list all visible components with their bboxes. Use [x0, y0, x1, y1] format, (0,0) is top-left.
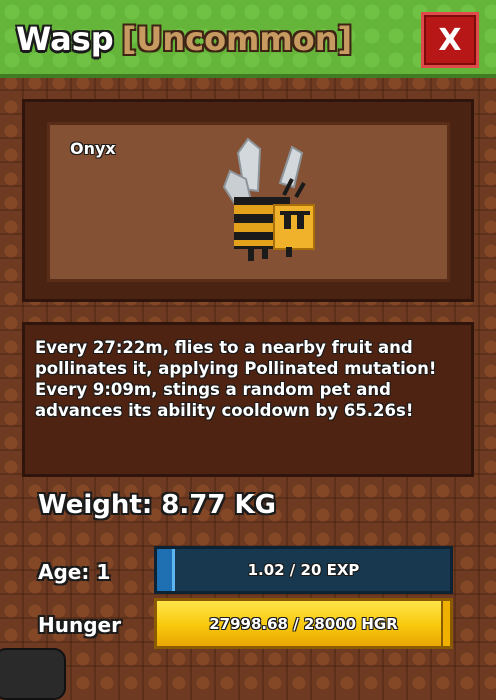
exp-progress-fill [157, 549, 175, 591]
wasp-pet-model [222, 137, 315, 261]
close-icon: X [438, 22, 462, 58]
exp-value: 1.02 / 20 EXP [247, 561, 360, 579]
title-group: Wasp [Uncommon] [16, 20, 352, 58]
close-button[interactable]: X [421, 12, 479, 68]
hunger-value: 27998.68 / 28000 HGR [209, 614, 398, 633]
hunger-bar-end-cap [441, 601, 450, 646]
age-label: Age: 1 [38, 560, 111, 584]
weight-label: Weight: 8.77 KG [38, 490, 276, 520]
variant-label: Onyx [70, 139, 116, 158]
ability-description-panel: Every 27:22m, flies to a nearby fruit an… [22, 322, 474, 477]
hunger-label: Hunger [38, 613, 121, 637]
pet-preview-viewport: Onyx [47, 122, 450, 282]
pet-name: Wasp [16, 20, 114, 58]
pet-preview-panel: Onyx [22, 99, 474, 302]
hunger-progress-bar: 27998.68 / 28000 HGR [154, 598, 453, 649]
ability-description: Every 27:22m, flies to a nearby fruit an… [35, 338, 437, 420]
title-bar: Wasp [Uncommon] X [0, 0, 496, 78]
corner-menu-tab[interactable] [0, 648, 66, 700]
exp-progress-bar: 1.02 / 20 EXP [154, 546, 453, 594]
pet-rarity: [Uncommon] [121, 20, 353, 58]
